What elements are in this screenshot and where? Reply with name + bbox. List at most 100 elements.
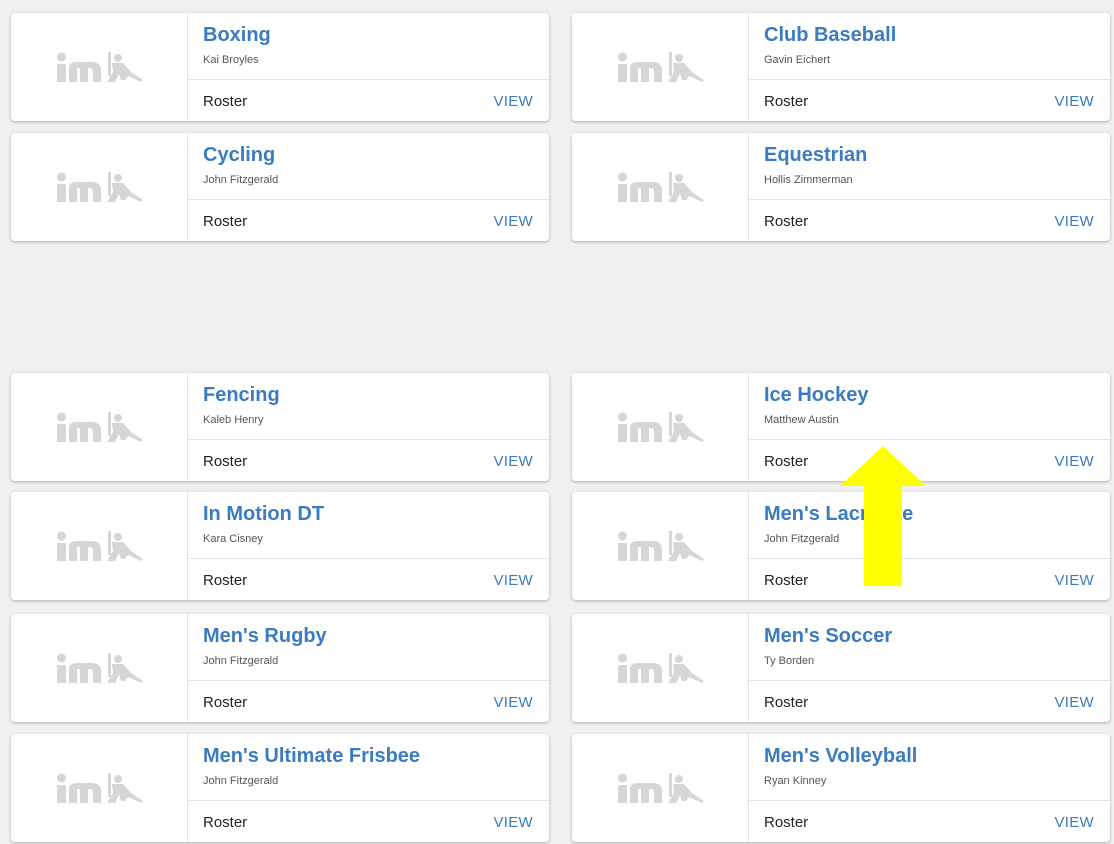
team-logo (11, 492, 188, 600)
card-footer: Roster VIEW (188, 558, 549, 600)
coach-name: Ty Borden (764, 655, 815, 667)
team-card: Club Baseball Gavin Eichert Roster VIEW (572, 13, 1110, 121)
view-roster-link[interactable]: VIEW (493, 453, 533, 470)
card-info: Men's Ultimate Frisbee John Fitzgerald (188, 734, 549, 800)
roster-label: Roster (764, 572, 809, 589)
card-footer: Roster VIEW (188, 79, 549, 121)
team-name-link[interactable]: Equestrian (764, 144, 867, 167)
team-logo (11, 734, 188, 842)
yellow-arrow-annotation (840, 446, 926, 586)
card-footer: Roster VIEW (749, 680, 1110, 722)
roster-label: Roster (203, 213, 248, 230)
team-name-link[interactable]: Club Baseball (764, 24, 896, 47)
roster-label: Roster (764, 453, 809, 470)
coach-name: John Fitzgerald (764, 533, 840, 545)
card-info: Boxing Kai Broyles (188, 13, 549, 79)
team-name-link[interactable]: Men's Soccer (764, 625, 892, 648)
team-logo (572, 13, 749, 121)
team-card: Boxing Kai Broyles Roster VIEW (11, 13, 549, 121)
card-info: Men's Lacrosse John Fitzgerald (749, 492, 1110, 558)
team-card: In Motion DT Kara Cisney Roster VIEW (11, 492, 549, 600)
card-footer: Roster VIEW (749, 199, 1110, 241)
im-logo-icon (57, 172, 143, 202)
view-roster-link[interactable]: VIEW (493, 213, 533, 230)
coach-name: Hollis Zimmerman (764, 174, 853, 186)
im-logo-icon (57, 412, 143, 442)
card-footer: Roster VIEW (188, 199, 549, 241)
roster-label: Roster (203, 93, 248, 110)
card-footer: Roster VIEW (749, 800, 1110, 842)
roster-label: Roster (203, 572, 248, 589)
im-logo-icon (618, 531, 704, 561)
im-logo-icon (57, 773, 143, 803)
team-logo (572, 614, 749, 722)
team-name-link[interactable]: Ice Hockey (764, 384, 869, 407)
team-card: Men's Volleyball Ryan Kinney Roster VIEW (572, 734, 1110, 842)
card-footer: Roster VIEW (188, 439, 549, 481)
team-logo (572, 492, 749, 600)
coach-name: John Fitzgerald (203, 775, 279, 787)
card-info: Men's Soccer Ty Borden (749, 614, 1110, 680)
view-roster-link[interactable]: VIEW (493, 572, 533, 589)
im-logo-icon (618, 52, 704, 82)
card-info: In Motion DT Kara Cisney (188, 492, 549, 558)
view-roster-link[interactable]: VIEW (1054, 213, 1094, 230)
team-logo (572, 734, 749, 842)
roster-label: Roster (764, 694, 809, 711)
im-logo-icon (618, 172, 704, 202)
team-name-link[interactable]: Cycling (203, 144, 275, 167)
card-info: Cycling John Fitzgerald (188, 133, 549, 199)
team-name-link[interactable]: Fencing (203, 384, 280, 407)
view-roster-link[interactable]: VIEW (1054, 694, 1094, 711)
im-logo-icon (618, 412, 704, 442)
team-name-link[interactable]: Men's Rugby (203, 625, 327, 648)
im-logo-icon (57, 531, 143, 561)
team-logo (572, 373, 749, 481)
roster-label: Roster (764, 93, 809, 110)
coach-name: Gavin Eichert (764, 54, 831, 66)
card-footer: Roster VIEW (188, 800, 549, 842)
team-name-link[interactable]: Boxing (203, 24, 271, 47)
team-card: Cycling John Fitzgerald Roster VIEW (11, 133, 549, 241)
coach-name: Kaleb Henry (203, 414, 264, 426)
coach-name: Kara Cisney (203, 533, 263, 545)
card-info: Equestrian Hollis Zimmerman (749, 133, 1110, 199)
view-roster-link[interactable]: VIEW (493, 93, 533, 110)
view-roster-link[interactable]: VIEW (1054, 814, 1094, 831)
team-name-link[interactable]: Men's Volleyball (764, 745, 917, 768)
coach-name: Ryan Kinney (764, 775, 827, 787)
roster-label: Roster (764, 213, 809, 230)
roster-label: Roster (203, 814, 248, 831)
card-info: Fencing Kaleb Henry (188, 373, 549, 439)
team-card: Equestrian Hollis Zimmerman Roster VIEW (572, 133, 1110, 241)
card-footer: Roster VIEW (749, 79, 1110, 121)
coach-name: Matthew Austin (764, 414, 839, 426)
team-logo (11, 373, 188, 481)
coach-name: John Fitzgerald (203, 655, 279, 667)
card-footer: Roster VIEW (749, 558, 1110, 600)
view-roster-link[interactable]: VIEW (1054, 93, 1094, 110)
view-roster-link[interactable]: VIEW (493, 814, 533, 831)
card-footer: Roster VIEW (749, 439, 1110, 481)
view-roster-link[interactable]: VIEW (1054, 572, 1094, 589)
im-logo-icon (618, 773, 704, 803)
team-logo (11, 614, 188, 722)
card-info: Men's Rugby John Fitzgerald (188, 614, 549, 680)
coach-name: John Fitzgerald (203, 174, 279, 186)
team-name-link[interactable]: In Motion DT (203, 503, 324, 526)
card-info: Men's Volleyball Ryan Kinney (749, 734, 1110, 800)
team-card: Men's Soccer Ty Borden Roster VIEW (572, 614, 1110, 722)
team-card: Men's Ultimate Frisbee John Fitzgerald R… (11, 734, 549, 842)
view-roster-link[interactable]: VIEW (493, 694, 533, 711)
team-name-link[interactable]: Men's Ultimate Frisbee (203, 745, 420, 768)
coach-name: Kai Broyles (203, 54, 259, 66)
im-logo-icon (57, 52, 143, 82)
roster-label: Roster (764, 814, 809, 831)
view-roster-link[interactable]: VIEW (1054, 453, 1094, 470)
team-logo (11, 13, 188, 121)
roster-label: Roster (203, 694, 248, 711)
team-card: Men's Rugby John Fitzgerald Roster VIEW (11, 614, 549, 722)
team-logo (11, 133, 188, 241)
im-logo-icon (618, 653, 704, 683)
im-logo-icon (57, 653, 143, 683)
